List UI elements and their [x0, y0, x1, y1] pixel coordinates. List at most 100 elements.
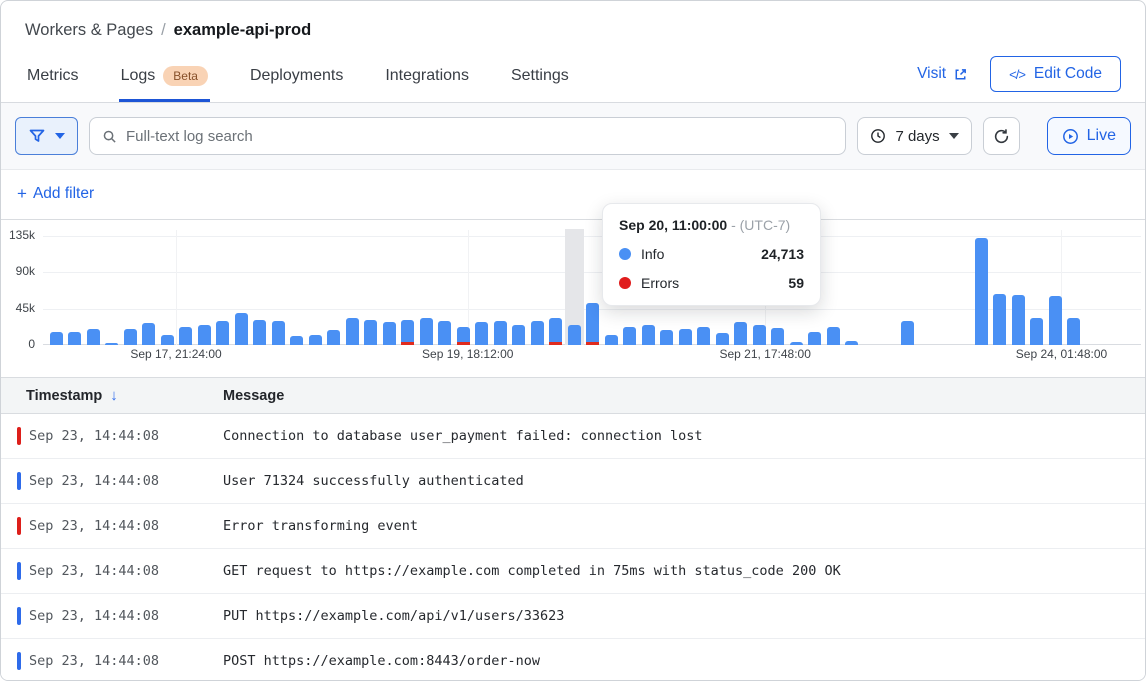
- chart-bar-slot[interactable]: [325, 235, 344, 345]
- chart-bar[interactable]: [457, 327, 470, 345]
- chart-bar[interactable]: [1067, 318, 1080, 345]
- chart-bar-slot[interactable]: [251, 235, 270, 345]
- chart-bar-slot[interactable]: [436, 235, 455, 345]
- chart-bar[interactable]: [290, 336, 303, 345]
- chart-bar[interactable]: [845, 341, 858, 345]
- chart-bar[interactable]: [309, 335, 322, 345]
- chart-bar-slot[interactable]: [528, 235, 547, 345]
- chart-bar-slot[interactable]: [1065, 235, 1084, 345]
- chart-bar-slot[interactable]: [84, 235, 103, 345]
- chart-bar[interactable]: [660, 330, 673, 345]
- chart-bar-slot[interactable]: [214, 235, 233, 345]
- chart-bar-slot[interactable]: [232, 235, 251, 345]
- chart-bar[interactable]: [50, 332, 63, 345]
- refresh-button[interactable]: [983, 117, 1020, 155]
- chart-bar-slot[interactable]: [269, 235, 288, 345]
- chart-bar[interactable]: [161, 335, 174, 345]
- log-row[interactable]: Sep 23, 14:44:08GET request to https://e…: [1, 549, 1145, 594]
- chart-bar-slot[interactable]: [584, 235, 603, 345]
- chart-bar[interactable]: [198, 325, 211, 345]
- chart-bar-slot[interactable]: [991, 235, 1010, 345]
- chart-bar-slot[interactable]: [288, 235, 307, 345]
- chart-bar[interactable]: [272, 321, 285, 345]
- chart-bar-slot[interactable]: [1102, 235, 1121, 345]
- chart-bar[interactable]: [716, 333, 729, 345]
- chart-bar[interactable]: [531, 321, 544, 345]
- chart-bar[interactable]: [1049, 296, 1062, 345]
- chart-bar[interactable]: [383, 322, 396, 345]
- chart-bar[interactable]: [420, 318, 433, 345]
- chart-bar-slot[interactable]: [491, 235, 510, 345]
- chart-bar[interactable]: [586, 303, 599, 345]
- chart-bar[interactable]: [975, 238, 988, 345]
- tab-logs[interactable]: LogsBeta: [119, 56, 210, 102]
- chart-bar-slot[interactable]: [824, 235, 843, 345]
- chart-bar[interactable]: [549, 318, 562, 345]
- chart-bar-slot[interactable]: [917, 235, 936, 345]
- tab-settings[interactable]: Settings: [509, 56, 571, 102]
- chart-bar[interactable]: [512, 325, 525, 345]
- chart-bar[interactable]: [642, 325, 655, 345]
- tab-deployments[interactable]: Deployments: [248, 56, 345, 102]
- chart-bar-slot[interactable]: [510, 235, 529, 345]
- chart-bar-slot[interactable]: [306, 235, 325, 345]
- chart-bar[interactable]: [401, 320, 414, 345]
- tab-metrics[interactable]: Metrics: [25, 56, 81, 102]
- edit-code-button[interactable]: </> Edit Code: [990, 56, 1121, 92]
- chart-bar-slot[interactable]: [399, 235, 418, 345]
- chart-bar-slot[interactable]: [473, 235, 492, 345]
- chart-bar-slot[interactable]: [140, 235, 159, 345]
- chart-bar-slot[interactable]: [1028, 235, 1047, 345]
- chart-bar-slot[interactable]: [454, 235, 473, 345]
- chart-bar[interactable]: [827, 327, 840, 345]
- chart-bar[interactable]: [364, 320, 377, 345]
- breadcrumb-root[interactable]: Workers & Pages: [25, 21, 153, 40]
- chart-bar[interactable]: [605, 335, 618, 345]
- chart-bar-slot[interactable]: [1046, 235, 1065, 345]
- chart-bar-slot[interactable]: [177, 235, 196, 345]
- chart-bar[interactable]: [1012, 295, 1025, 345]
- log-row[interactable]: Sep 23, 14:44:08POST https://example.com…: [1, 639, 1145, 681]
- chart-bar[interactable]: [475, 322, 488, 345]
- chart-bar[interactable]: [179, 327, 192, 345]
- chart-bar-slot[interactable]: [935, 235, 954, 345]
- chart-bar[interactable]: [901, 321, 914, 345]
- chart-bar[interactable]: [1030, 318, 1043, 345]
- chart-bar[interactable]: [771, 328, 784, 345]
- chart-bar[interactable]: [142, 323, 155, 345]
- log-row[interactable]: Sep 23, 14:44:08PUT https://example.com/…: [1, 594, 1145, 639]
- log-row[interactable]: Sep 23, 14:44:08Connection to database u…: [1, 414, 1145, 459]
- chart-bar-slot[interactable]: [565, 235, 584, 345]
- chart-bar[interactable]: [623, 327, 636, 345]
- tab-integrations[interactable]: Integrations: [383, 56, 471, 102]
- chart-bar[interactable]: [753, 325, 766, 345]
- chart-bar-slot[interactable]: [547, 235, 566, 345]
- chart-bar-slot[interactable]: [898, 235, 917, 345]
- chart-bar[interactable]: [697, 327, 710, 345]
- chart-bar-slot[interactable]: [417, 235, 436, 345]
- visit-link[interactable]: Visit: [917, 65, 968, 83]
- chart-bar[interactable]: [734, 322, 747, 345]
- chart-bar-slot[interactable]: [343, 235, 362, 345]
- chart-bar[interactable]: [253, 320, 266, 345]
- sort-descending-icon[interactable]: ↓: [110, 387, 118, 404]
- chart-bar-slot[interactable]: [121, 235, 140, 345]
- log-volume-chart[interactable]: 135k90k45k0Sep 17, 21:24:00Sep 19, 18:12…: [1, 220, 1145, 377]
- chart-bar[interactable]: [346, 318, 359, 345]
- add-filter-button[interactable]: + Add filter: [17, 184, 94, 204]
- chart-bar[interactable]: [105, 343, 118, 345]
- search-input[interactable]: [126, 128, 833, 145]
- chart-bar[interactable]: [124, 329, 137, 345]
- chart-bar[interactable]: [790, 342, 803, 345]
- chart-bar[interactable]: [68, 332, 81, 345]
- chart-bar-slot[interactable]: [380, 235, 399, 345]
- log-row[interactable]: Sep 23, 14:44:08Error transforming event: [1, 504, 1145, 549]
- column-header-timestamp[interactable]: Timestamp ↓: [26, 387, 223, 404]
- time-range-dropdown[interactable]: 7 days: [857, 117, 971, 155]
- chart-bar-slot[interactable]: [195, 235, 214, 345]
- chart-bar-slot[interactable]: [843, 235, 862, 345]
- chart-bar[interactable]: [568, 325, 581, 345]
- chart-bar[interactable]: [494, 321, 507, 345]
- filter-menu-button[interactable]: [15, 117, 78, 155]
- chart-bar[interactable]: [679, 329, 692, 345]
